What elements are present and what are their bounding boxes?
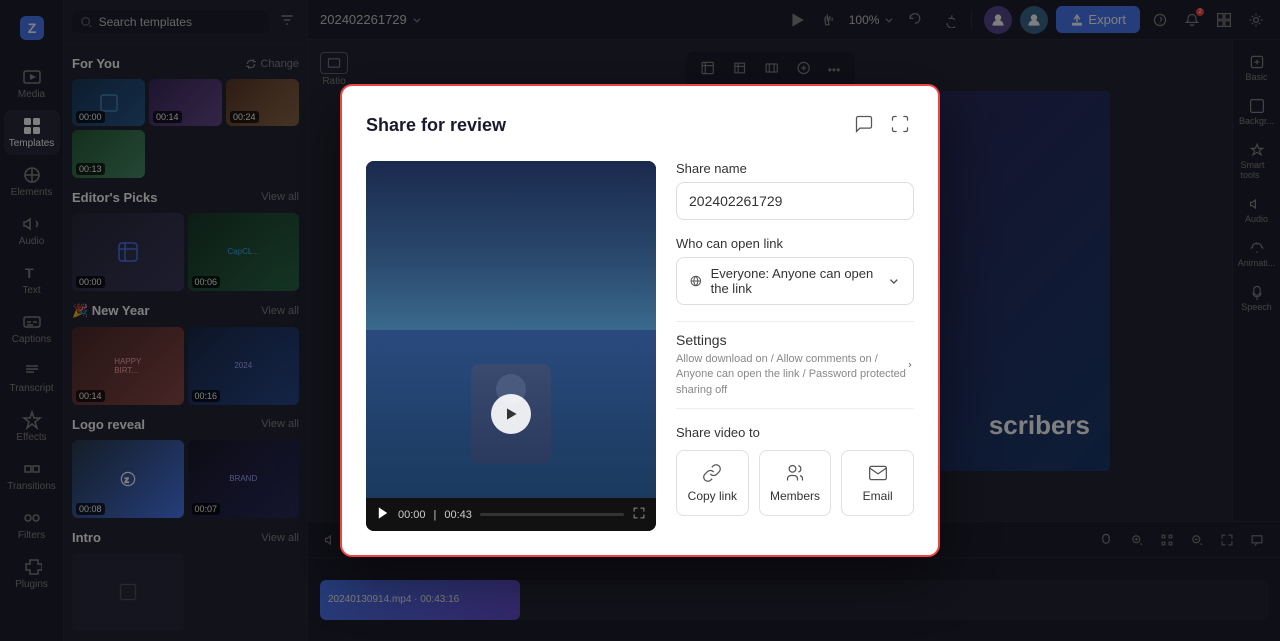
globe-icon xyxy=(689,273,703,289)
settings-row[interactable]: Settings Allow download on / Allow comme… xyxy=(676,321,914,409)
who-can-open-dropdown[interactable]: Everyone: Anyone can open the link xyxy=(676,257,914,305)
email-button[interactable]: Email xyxy=(841,450,914,516)
chevron-right-icon xyxy=(906,357,914,373)
video-controls: 00:00 | 00:43 xyxy=(366,498,656,531)
chevron-down-icon xyxy=(887,273,901,289)
video-time-current: 00:00 xyxy=(398,509,426,521)
modal-comment-btn[interactable] xyxy=(850,110,878,141)
video-play-sm-button[interactable] xyxy=(376,506,390,523)
modal-header-icons xyxy=(850,110,914,141)
video-preview-top xyxy=(366,161,656,330)
share-video-to-label: Share video to xyxy=(676,425,914,440)
share-name-label: Share name xyxy=(676,161,914,176)
comment-icon xyxy=(854,114,874,134)
modal-title: Share for review xyxy=(366,115,506,136)
video-progress-bar[interactable] xyxy=(480,513,624,516)
modal-video: 00:00 | 00:43 xyxy=(366,161,656,531)
copy-link-button[interactable]: Copy link xyxy=(676,450,749,516)
email-icon xyxy=(868,463,888,483)
fullscreen-icon xyxy=(632,506,646,520)
who-can-open-label: Who can open link xyxy=(676,236,914,251)
video-preview-bottom xyxy=(366,330,656,499)
expand-icon xyxy=(890,114,910,134)
modal-fullscreen-btn[interactable] xyxy=(886,110,914,141)
share-name-input[interactable] xyxy=(676,182,914,220)
modal-body: 00:00 | 00:43 Share name xyxy=(366,161,914,531)
play-sm-icon xyxy=(376,506,390,520)
share-buttons: Copy link Members Email xyxy=(676,450,914,516)
modal-overlay[interactable]: Share for review xyxy=(0,0,1280,641)
video-time-total: 00:43 xyxy=(444,509,472,521)
video-play-button[interactable] xyxy=(491,394,531,434)
video-fullscreen-button[interactable] xyxy=(632,506,646,523)
video-time-separator: | xyxy=(434,509,437,521)
copy-link-icon xyxy=(702,463,722,483)
members-icon xyxy=(785,463,805,483)
members-button[interactable]: Members xyxy=(759,450,832,516)
video-player: 00:00 | 00:43 xyxy=(366,161,656,531)
modal-header: Share for review xyxy=(366,110,914,141)
modal-right: Share name Who can open link Everyone: A… xyxy=(676,161,914,531)
share-for-review-modal: Share for review xyxy=(340,84,940,557)
play-icon xyxy=(503,406,519,422)
